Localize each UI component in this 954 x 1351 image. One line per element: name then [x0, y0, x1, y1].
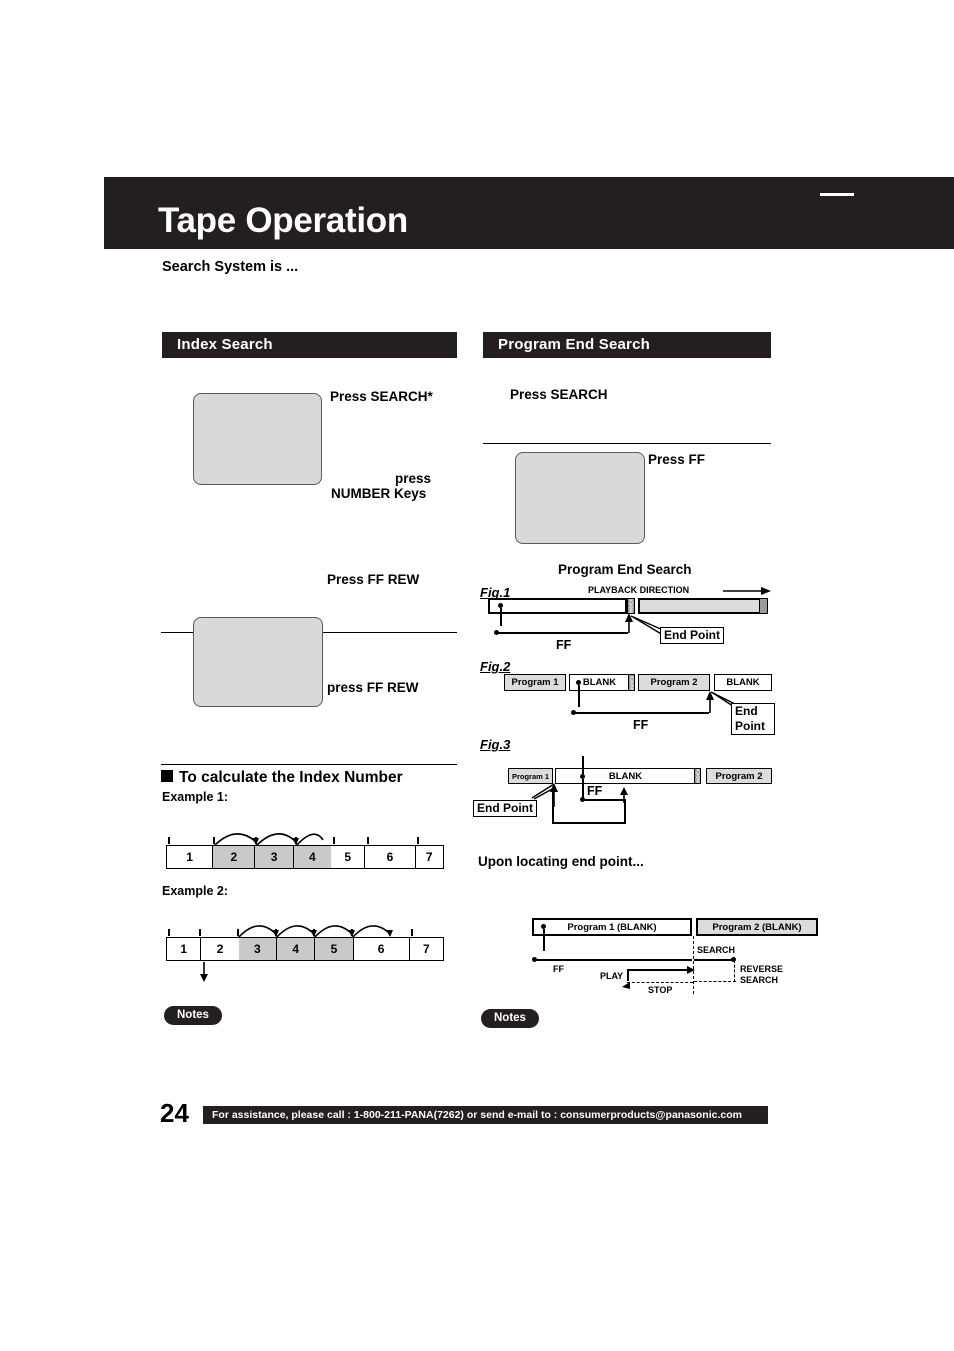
divider-right-1	[483, 443, 771, 444]
fig2-ff-label: FF	[633, 718, 649, 732]
behavior-search-line	[694, 959, 734, 961]
behavior-ff-label: FF	[553, 964, 564, 974]
step-press-search-right: Press SEARCH	[510, 387, 608, 402]
scale-cell: 6	[365, 846, 416, 868]
fig1-ff-line	[496, 632, 628, 634]
behavior-stop-label: STOP	[648, 985, 673, 995]
step-press-ff-rew-label-2: press FF REW	[327, 680, 419, 695]
behavior-play-arrow-icon	[687, 966, 695, 974]
example-2-pointer-arrow	[200, 962, 208, 982]
behavior-stop-arrow-icon	[622, 982, 630, 989]
page-number: 24	[160, 1098, 189, 1128]
scale-cell: 1	[167, 846, 214, 868]
corner-dash-mark	[820, 193, 854, 196]
scale-cell: 5	[315, 938, 354, 960]
section-header-program-end-search-label: Program End Search	[498, 336, 650, 353]
scale-cell: 4	[293, 846, 332, 868]
fig2-program2: Program 2	[638, 674, 710, 691]
example-1-scale: 1 2 3 4 5 6 7	[166, 845, 444, 869]
divider-left-2	[161, 764, 457, 765]
fig3-program2: Program 2	[706, 768, 772, 784]
fig1-end-point-callout: End Point	[660, 627, 724, 644]
reverse-search-dashed-h	[694, 981, 736, 982]
behavior-reverse-search-label: SEARCH	[740, 975, 779, 985]
example-1-label: Example 1:	[162, 790, 229, 804]
section-header-program-end-search: Program End Search	[483, 332, 771, 358]
notes-badge-left: Notes	[164, 1006, 222, 1025]
behavior-reverse-label: REVERSE	[740, 964, 784, 974]
behavior-program2: Program 2 (BLANK)	[696, 918, 818, 936]
behavior-search-label: SEARCH	[697, 945, 736, 955]
upon-locating-heading: Upon locating end point...	[478, 854, 644, 869]
fig2-diagram: Program 1 BLANK INDEX Program 2 BLANK En…	[483, 670, 775, 735]
fig1-tape-blank	[638, 598, 768, 614]
section-header-index-search-label: Index Search	[177, 336, 273, 353]
step-number-keys-label: NUMBER Keys	[331, 486, 427, 501]
scale-cell: 2	[213, 846, 256, 868]
behavior-ff-line	[534, 959, 692, 961]
behavior-stop-dashed	[627, 982, 693, 983]
fig2-drop-line	[578, 685, 580, 707]
fig2-end-point-callout: End Point	[731, 703, 775, 735]
page-subtitle: Search System is ...	[162, 259, 299, 275]
fig3-ff-label: FF	[587, 784, 603, 798]
calc-index-heading: To calculate the Index Number	[161, 769, 403, 787]
scale-cell: 2	[216, 942, 224, 956]
example-2-label: Example 2:	[162, 884, 229, 898]
scale-cell: 7	[422, 942, 430, 956]
fig1-diagram: PLAYBACK DIRECTION INDEX End Point FF	[483, 580, 773, 655]
scale-cell: 1	[167, 938, 202, 960]
section-header-index-search: Index Search	[162, 332, 457, 358]
fig1-tape-end-cap	[759, 598, 768, 614]
fig2-ff-line	[573, 712, 709, 714]
fig3-label: Fig.3	[480, 737, 511, 752]
fig3-diagram: Program 1 BLANK INDEX Program 2 End Poin…	[470, 756, 775, 824]
reverse-search-dashed-v	[734, 960, 735, 982]
fig3-return-left	[552, 790, 554, 823]
fig1-tape-recorded	[488, 598, 627, 614]
fig1-drop-line	[500, 608, 502, 626]
square-bullet-icon	[161, 770, 173, 782]
fig2-blank2: BLANK	[714, 674, 772, 691]
scale-cell: 6	[354, 938, 410, 960]
scale-cell: 7	[425, 850, 433, 864]
diagram-caption: Program End Search	[558, 562, 692, 577]
example-2-scale: 1 2 3 4 5 6 7	[166, 937, 444, 961]
behavior-drop-line	[543, 929, 545, 951]
remote-illustration-2	[193, 617, 323, 707]
fig3-return-right	[624, 799, 626, 823]
end-point-behavior-diagram: Program 1 (BLANK) Program 2 (BLANK) FF S…	[528, 916, 818, 1006]
scale-cell: 3	[238, 938, 278, 960]
playback-direction-label: PLAYBACK DIRECTION	[588, 585, 690, 595]
fig3-return-bottom	[552, 822, 626, 824]
page-title: Tape Operation	[158, 201, 408, 240]
calc-index-heading-label: To calculate the Index Number	[179, 769, 403, 786]
step-press-label: press	[395, 471, 432, 486]
behavior-play-line	[627, 969, 691, 971]
scale-cell: 4	[277, 938, 316, 960]
fig3-ff-drop	[582, 779, 584, 799]
remote-illustration-3	[515, 452, 645, 544]
behavior-program1: Program 1 (BLANK)	[532, 918, 692, 936]
fig2-program1: Program 1	[504, 674, 566, 691]
playback-direction-arrow-icon	[723, 587, 771, 595]
fig3-blank: BLANK	[555, 768, 696, 784]
step-press-ff-right: Press FF	[648, 452, 706, 467]
fig3-top-line	[582, 756, 584, 774]
fig3-end-point-callout: End Point	[473, 800, 537, 817]
fig2-index-marker: INDEX	[628, 674, 635, 691]
step-press-search-label: Press SEARCH*	[330, 389, 433, 404]
fig3-end-point-leader	[531, 783, 555, 800]
scale-cell: 3	[255, 846, 294, 868]
step-press-ff-rew-label: Press FF REW	[327, 572, 420, 587]
notes-badge-right: Notes	[481, 1009, 539, 1028]
footer-text: For assistance, please call : 1-800-211-…	[212, 1109, 742, 1121]
fig3-index-marker: INDEX	[694, 768, 701, 784]
scale-cell: 5	[331, 846, 366, 868]
fig1-ff-label: FF	[556, 638, 572, 652]
remote-illustration-1	[193, 393, 322, 485]
